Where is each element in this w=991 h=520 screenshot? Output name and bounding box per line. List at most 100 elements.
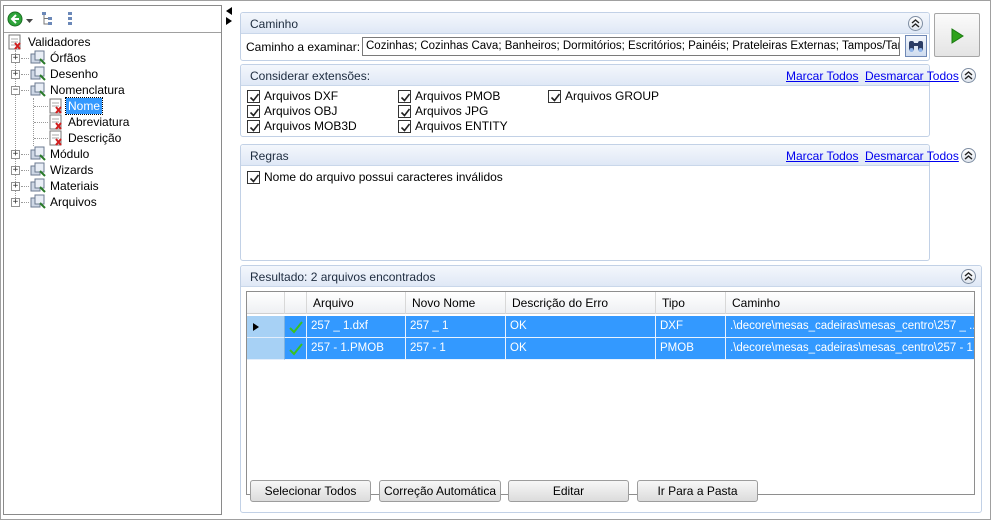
extensoes-panel-title: Considerar extensões: [250, 69, 371, 83]
tree-node-label: Abreviatura [68, 115, 130, 129]
extensoes-marcar-todos-link[interactable]: Marcar Todos [786, 69, 858, 83]
checkbox-entity[interactable] [398, 120, 411, 133]
grid-status-col [285, 292, 307, 314]
checkbox-obj[interactable] [247, 105, 260, 118]
expand-tree-icon[interactable] [40, 11, 56, 27]
expand-plus-icon[interactable]: + [11, 198, 20, 207]
editar-button[interactable]: Editar [508, 480, 629, 502]
tree-node-orfaos[interactable]: + Órfãos [4, 50, 204, 66]
correcao-automatica-button[interactable]: Correção Automática [379, 480, 501, 502]
tree-node-label: Nomenclatura [50, 83, 125, 97]
resultado-panel-header: Resultado: 2 arquivos encontrados [241, 266, 981, 287]
checkbox-jpg-label: Arquivos JPG [415, 104, 489, 118]
expand-plus-icon[interactable]: + [11, 150, 20, 159]
tree-node-label: Arquivos [50, 195, 97, 209]
status-cell [285, 338, 307, 360]
cell-tipo: PMOB [656, 338, 726, 360]
tree-node-modulo[interactable]: + Módulo [4, 146, 204, 162]
collapse-up-icon[interactable] [961, 269, 976, 284]
results-grid[interactable]: Arquivo Novo Nome Descrição do Erro Tipo… [246, 291, 975, 495]
run-validation-button[interactable] [934, 13, 980, 57]
tree-node-materiais[interactable]: + Materiais [4, 178, 204, 194]
tree-node-label: Validadores [28, 35, 91, 49]
checkbox-mob3d-label: Arquivos MOB3D [264, 119, 357, 133]
tree-node-nome[interactable]: Nome [4, 97, 204, 115]
extensoes-panel: Considerar extensões: Marcar Todos Desma… [240, 64, 976, 137]
tree-node-nomenclatura[interactable]: − Nomenclatura [4, 82, 204, 98]
extensoes-desmarcar-todos-link[interactable]: Desmarcar Todos [865, 69, 959, 83]
play-icon [951, 28, 964, 44]
regras-marcar-todos-link[interactable]: Marcar Todos [786, 149, 858, 163]
regras-desmarcar-todos-link[interactable]: Desmarcar Todos [865, 149, 959, 163]
expand-plus-icon[interactable]: + [11, 54, 20, 63]
module-group-icon [30, 194, 46, 210]
caminho-panel: Caminho Caminho a examinar: Cozinhas; Co… [240, 12, 930, 61]
current-row-arrow-icon [253, 323, 259, 331]
caminho-panel-header: Caminho [241, 13, 929, 34]
tree-toolbar [4, 6, 221, 32]
tree-node-abreviatura[interactable]: Abreviatura [4, 114, 204, 130]
table-row[interactable]: 257 _ 1.dxf 257 _ 1 OK DXF .\decore\mesa… [247, 316, 974, 338]
tree-node-label: Wizards [50, 163, 94, 177]
checkbox-pmob[interactable] [398, 90, 411, 103]
ir-para-pasta-button[interactable]: Ir Para a Pasta [637, 480, 758, 502]
rule-error-icon [48, 114, 64, 130]
status-cell [285, 316, 307, 338]
col-descricao-erro[interactable]: Descrição do Erro [506, 292, 656, 314]
tree-node-label: Nome [64, 97, 104, 115]
collapse-up-icon[interactable] [961, 68, 976, 83]
caminho-panel-title: Caminho [250, 17, 299, 31]
collapse-up-icon[interactable] [961, 148, 976, 163]
checkbox-group[interactable] [548, 90, 561, 103]
tree-node-desenho[interactable]: + Desenho [4, 66, 204, 82]
tree-node-descricao[interactable]: Descrição [4, 130, 204, 146]
expand-plus-icon[interactable]: + [11, 70, 20, 79]
splitter-arrow-icon[interactable] [224, 6, 234, 26]
expand-plus-icon[interactable]: + [11, 166, 20, 175]
col-caminho[interactable]: Caminho [726, 292, 974, 314]
dropdown-arrow-icon[interactable] [26, 14, 33, 30]
checkbox-regra-nome-label: Nome do arquivo possui caracteres inváli… [264, 170, 503, 184]
results-grid-header: Arquivo Novo Nome Descrição do Erro Tipo… [247, 292, 974, 314]
col-tipo[interactable]: Tipo [656, 292, 726, 314]
cell-novo-nome: 257 _ 1 [406, 316, 506, 338]
tree-node-arquivos[interactable]: + Arquivos [4, 194, 204, 210]
checkbox-group-label: Arquivos GROUP [565, 89, 660, 103]
splitter-collapse-arrows[interactable] [224, 6, 234, 29]
binoculars-search-icon[interactable] [905, 35, 927, 57]
cell-caminho: .\decore\mesas_cadeiras\mesas_centro\257… [726, 338, 974, 360]
row-header[interactable] [247, 338, 285, 360]
go-back-icon[interactable] [7, 11, 23, 27]
collapse-minus-icon[interactable]: − [11, 86, 20, 95]
regras-panel-title: Regras [250, 149, 289, 163]
col-arquivo[interactable]: Arquivo [307, 292, 406, 314]
tree-node-label: Descrição [68, 131, 122, 145]
checkbox-dxf[interactable] [247, 90, 260, 103]
cell-novo-nome: 257 - 1 [406, 338, 506, 360]
selecionar-todos-button[interactable]: Selecionar Todos [250, 480, 371, 502]
tree-node-label: Módulo [50, 147, 90, 161]
collapse-tree-icon[interactable] [64, 11, 76, 27]
col-novo-nome[interactable]: Novo Nome [406, 292, 506, 314]
checkbox-mob3d[interactable] [247, 120, 260, 133]
caminho-input[interactable]: Cozinhas; Cozinhas Cava; Banheiros; Dorm… [362, 37, 900, 56]
expand-plus-icon[interactable]: + [11, 182, 20, 191]
module-group-icon [30, 82, 46, 98]
checkbox-obj-label: Arquivos OBJ [264, 104, 338, 118]
module-group-icon [30, 50, 46, 66]
checkbox-dxf-label: Arquivos DXF [264, 89, 339, 103]
cell-arquivo: 257 _ 1.dxf [307, 316, 406, 338]
extensoes-panel-header: Considerar extensões: Marcar Todos Desma… [241, 65, 976, 86]
rule-error-icon [48, 98, 64, 114]
checkbox-jpg[interactable] [398, 105, 411, 118]
tree-node-wizards[interactable]: + Wizards [4, 162, 204, 178]
cell-caminho: .\decore\mesas_cadeiras\mesas_centro\257… [726, 316, 974, 338]
collapse-up-icon[interactable] [908, 16, 923, 31]
cell-tipo: DXF [656, 316, 726, 338]
rule-error-icon [48, 130, 64, 146]
table-row[interactable]: 257 - 1.PMOB 257 - 1 OK PMOB .\decore\me… [247, 338, 974, 360]
row-header-current[interactable] [247, 316, 285, 338]
checkbox-regra-nome[interactable] [247, 171, 260, 184]
cell-arquivo: 257 - 1.PMOB [307, 338, 406, 360]
cell-descricao-erro: OK [506, 316, 656, 338]
